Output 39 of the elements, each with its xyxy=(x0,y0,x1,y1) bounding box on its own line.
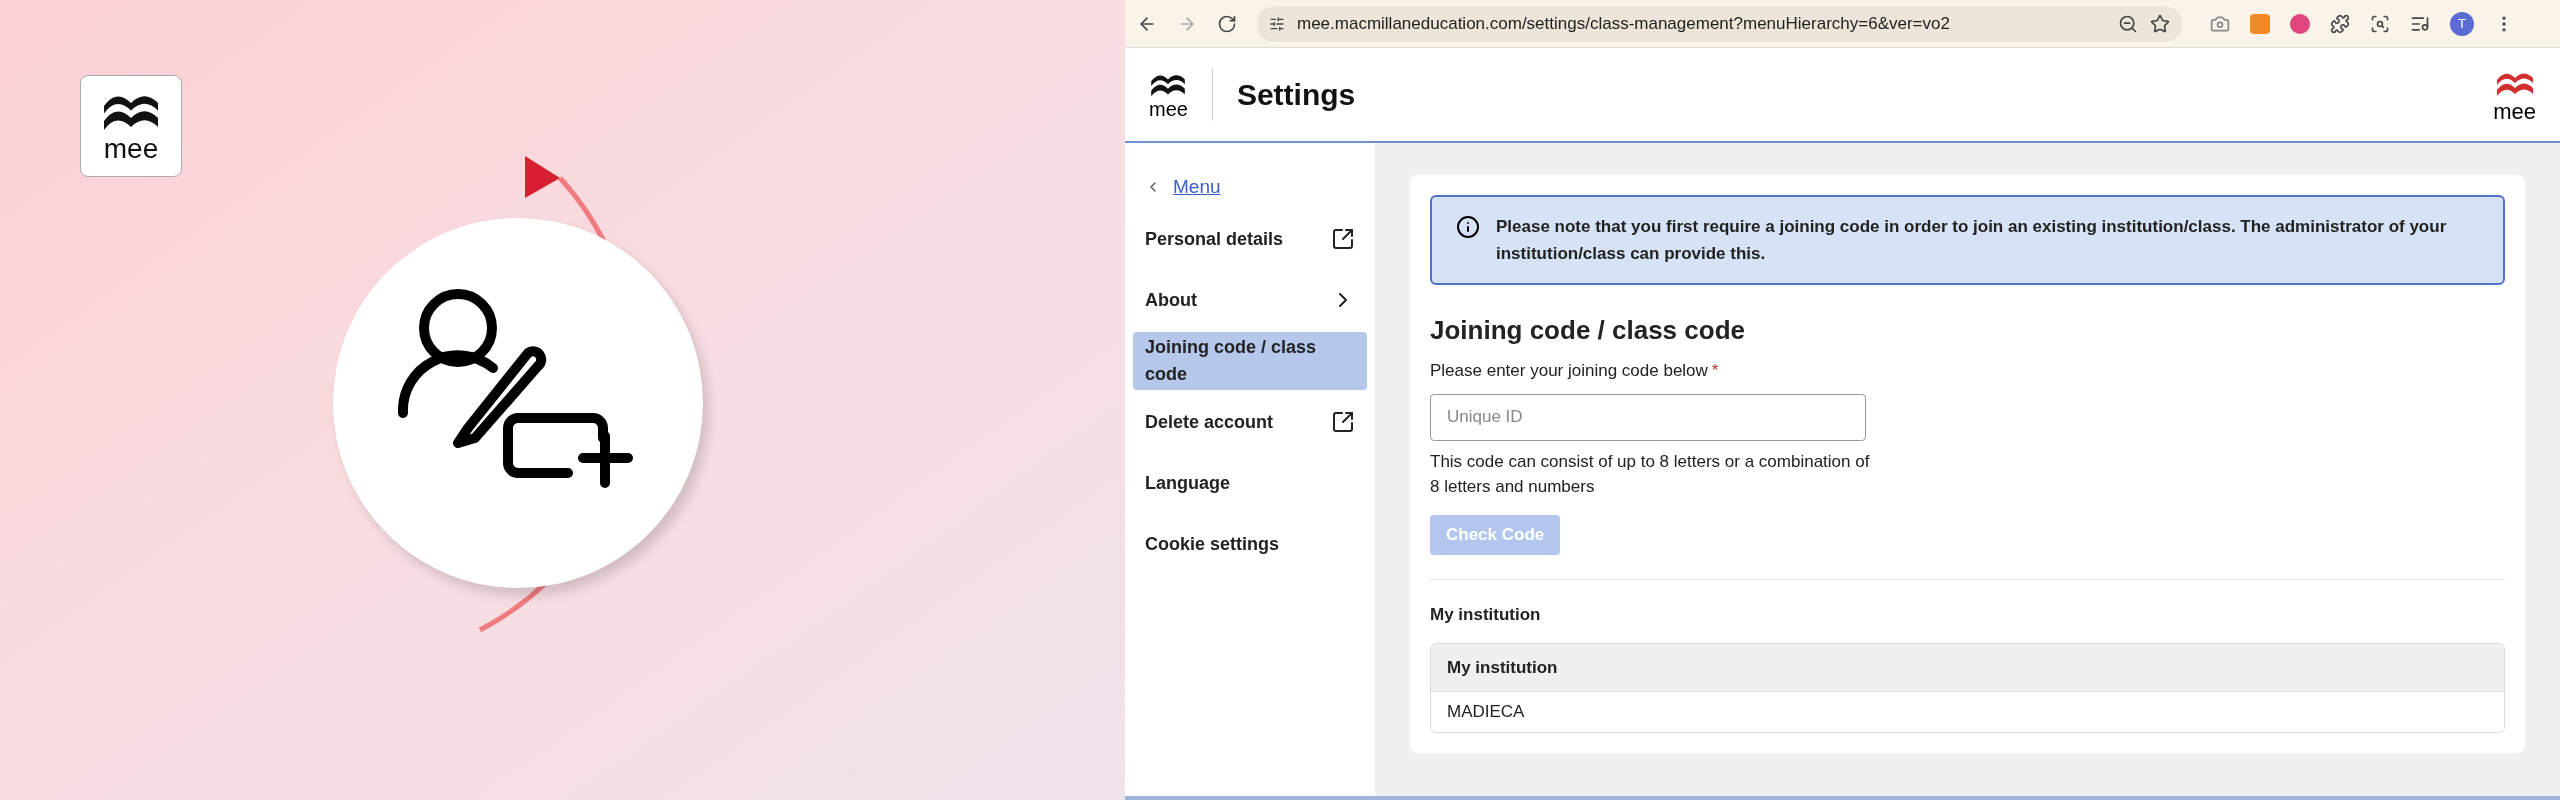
hint-text: This code can consist of up to 8 letters or a combination of 8 letters and numbers xyxy=(1430,450,1870,498)
extensions-icon[interactable] xyxy=(2330,13,2350,34)
url-text: mee.macmillaneducation.com/settings/class-management?menuHierarchy=6&ver=vo2 xyxy=(1297,12,1951,35)
profile-avatar[interactable]: T xyxy=(2450,11,2474,36)
section-heading: Joining code / class code xyxy=(1430,314,1746,347)
field-label: Please enter your joining code below xyxy=(1430,360,1708,382)
sidebar-item[interactable]: Delete account xyxy=(1133,393,1367,451)
sidebar-item-label: Personal details xyxy=(1145,227,1284,251)
brand-text: mee xyxy=(2493,101,2536,122)
tab-search-icon[interactable] xyxy=(2370,13,2390,34)
external-link-icon xyxy=(1331,410,1355,434)
sidebar-item[interactable]: About xyxy=(1133,271,1367,329)
table-cell-text: MADIECA xyxy=(1446,701,1526,724)
sidebar-item-label: Delete account xyxy=(1145,410,1274,434)
sidebar-item[interactable]: Personal details xyxy=(1133,210,1367,268)
info-icon xyxy=(1456,215,1480,239)
external-link-icon xyxy=(1331,227,1355,251)
menu-link[interactable]: Menu xyxy=(1173,172,1221,202)
sidebar-item[interactable]: Language xyxy=(1133,454,1367,512)
sidebar-item-label: Language xyxy=(1145,471,1230,495)
extension-icon[interactable] xyxy=(2290,13,2310,34)
column-header: My institution xyxy=(1446,656,1559,679)
sidebar-item-label: Joining code / class code xyxy=(1145,336,1318,386)
logo-text: mee xyxy=(103,135,159,162)
reload-icon[interactable] xyxy=(1217,13,1237,34)
joining-code-field[interactable]: Unique ID xyxy=(1430,393,1866,441)
sidebar-item[interactable]: Joining code / class code xyxy=(1133,332,1367,390)
address-bar[interactable]: mee.macmillaneducation.com/settings/class-management?menuHierarchy=6&ver=vo2 xyxy=(1257,5,2182,42)
logo-text: mee xyxy=(1149,99,1188,118)
sidebar-item[interactable]: Cookie settings xyxy=(1133,515,1367,573)
notice-text: Please note that you first require a joining code in order to join an existing institution/class. The administrator of your institution/class can provide this. xyxy=(1496,216,2448,265)
bookmark-star-icon[interactable] xyxy=(2150,13,2170,34)
site-settings-icon[interactable] xyxy=(1269,15,1285,32)
page-title: Settings xyxy=(1236,77,1356,113)
sidebar-item-label: About xyxy=(1145,288,1197,312)
zoom-icon[interactable] xyxy=(2118,13,2138,34)
sidebar-item-label: Cookie settings xyxy=(1145,532,1280,556)
institution-title: My institution xyxy=(1430,603,1542,626)
required-mark: * xyxy=(1711,360,1719,382)
